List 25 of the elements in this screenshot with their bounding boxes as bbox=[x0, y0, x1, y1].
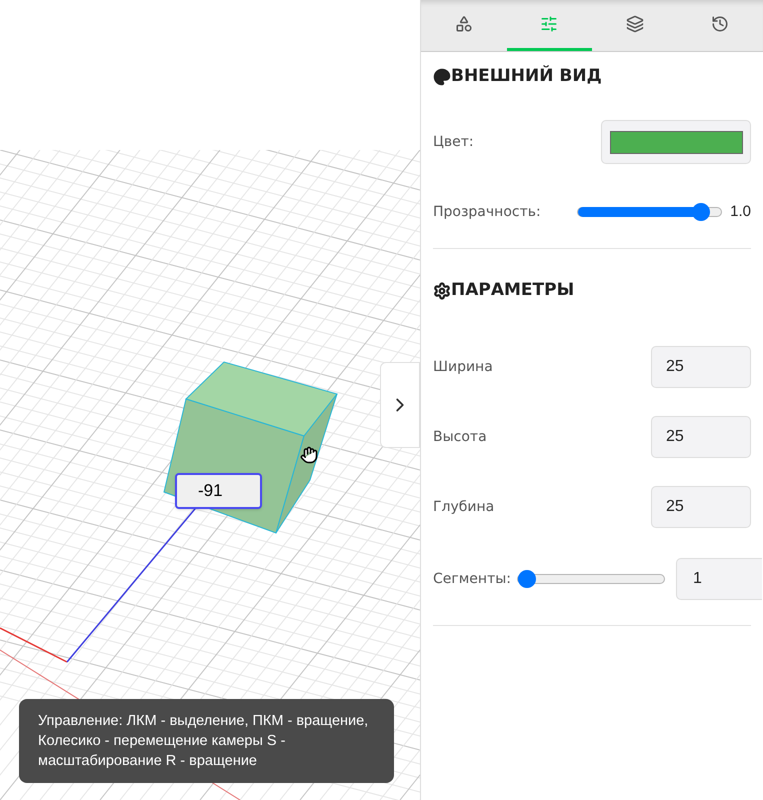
field-label: Высота bbox=[433, 428, 487, 446]
field-label: Глубина bbox=[433, 498, 494, 516]
hand-cursor-icon bbox=[300, 446, 318, 464]
number-input[interactable]: 1 bbox=[676, 558, 762, 600]
gear-icon bbox=[433, 282, 451, 300]
opacity-value: 1.0 bbox=[730, 202, 751, 222]
field-label: Прозрачность: bbox=[433, 202, 542, 222]
slider-thumb[interactable] bbox=[692, 203, 710, 221]
section-title: ВНЕШНИЙ ВИД bbox=[451, 64, 602, 88]
section-title: ПАРАМЕТРЫ bbox=[451, 279, 574, 302]
shapes-icon bbox=[454, 15, 473, 33]
sliders-icon bbox=[540, 15, 558, 33]
field-label: Ширина bbox=[433, 358, 493, 376]
color-picker[interactable] bbox=[601, 120, 751, 164]
number-input[interactable]: 25 bbox=[651, 486, 751, 528]
palette-icon bbox=[433, 68, 451, 86]
number-input[interactable]: 25 bbox=[651, 416, 751, 458]
field-label: Цвет: bbox=[433, 132, 474, 152]
dimension-input[interactable]: -91 bbox=[175, 473, 262, 509]
field-label: Сегменты: bbox=[433, 570, 511, 588]
history-icon bbox=[711, 15, 730, 33]
number-input[interactable]: 25 bbox=[651, 346, 751, 388]
slider-thumb[interactable] bbox=[518, 570, 536, 588]
controls-help-tooltip: Управление: ЛКМ - выделение, ПКМ - вращение, Колесико - перемещение камеры S - масштабирование R - вращение bbox=[19, 699, 394, 783]
layers-icon bbox=[626, 15, 644, 33]
